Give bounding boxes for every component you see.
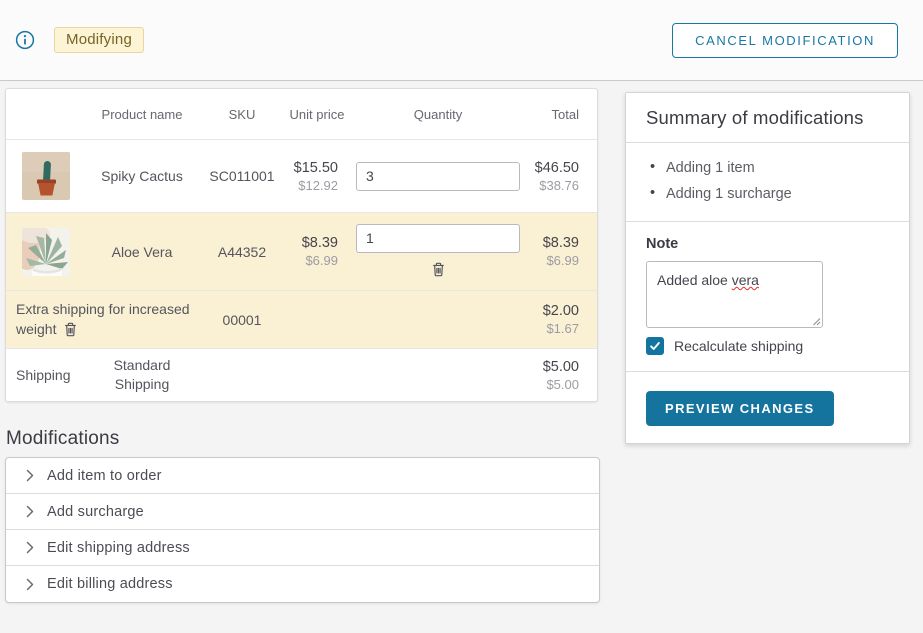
- summary-list: Adding 1 item Adding 1 surcharge: [626, 143, 909, 222]
- note-input[interactable]: Added aloe vera: [646, 261, 823, 328]
- accordion-item-add-surcharge[interactable]: Add surcharge: [6, 494, 599, 530]
- chevron-right-icon: [26, 505, 34, 518]
- header-sku: SKU: [198, 99, 286, 130]
- quantity-input-aloe-vera[interactable]: [356, 224, 520, 253]
- total-cell: $46.50 $38.76: [528, 160, 597, 193]
- line-total-original: $6.99: [528, 253, 579, 268]
- trash-icon: [62, 321, 79, 338]
- line-total: $46.50: [528, 160, 579, 176]
- summary-column: Summary of modifications Adding 1 item A…: [625, 92, 910, 444]
- order-items-table: Product name SKU Unit price Quantity Tot…: [5, 88, 598, 402]
- page-content: Product name SKU Unit price Quantity Tot…: [0, 81, 923, 603]
- header-total: Total: [528, 99, 597, 130]
- table-row-aloe-vera: Aloe Vera A44352 $8.39 $6.99: [6, 213, 597, 291]
- surcharge-name-cell: Extra shipping for increased weight: [6, 291, 198, 348]
- note-text: Added aloe: [657, 272, 732, 288]
- surcharge-name: Extra shipping for increased weight: [16, 301, 190, 337]
- resize-handle-icon[interactable]: [811, 316, 821, 326]
- product-name: Spiky Cactus: [86, 168, 198, 184]
- accordion-item-label: Edit billing address: [47, 576, 173, 592]
- header-unit-price: Unit price: [286, 99, 348, 130]
- recalculate-shipping-checkbox[interactable]: [646, 337, 664, 355]
- modifications-accordion: Add item to order Add surcharge Edit shi…: [5, 457, 600, 603]
- table-header-row: Product name SKU Unit price Quantity Tot…: [6, 89, 597, 140]
- note-text-misspelled: vera: [732, 272, 759, 288]
- quantity-cell: [348, 224, 528, 280]
- info-icon[interactable]: [14, 29, 36, 51]
- status-badge: Modifying: [54, 27, 144, 53]
- aloe-vera-photo: [22, 228, 70, 276]
- check-icon: [649, 340, 661, 352]
- accordion-item-label: Add item to order: [47, 468, 162, 484]
- unit-price-original: $6.99: [286, 253, 338, 268]
- order-column: Product name SKU Unit price Quantity Tot…: [5, 88, 598, 603]
- modifications-heading: Modifications: [6, 428, 598, 450]
- accordion-item-label: Edit shipping address: [47, 540, 190, 556]
- product-image-cell: [6, 140, 86, 212]
- accordion-item-add-item-to-order[interactable]: Add item to order: [6, 458, 599, 494]
- chevron-right-icon: [26, 469, 34, 482]
- line-total-original: $5.00: [528, 377, 579, 392]
- header-product-name: Product name: [86, 99, 198, 130]
- note-label: Note: [646, 236, 889, 252]
- line-total-original: $1.67: [528, 321, 579, 336]
- chevron-right-icon: [26, 578, 34, 591]
- summary-item: Adding 1 item: [646, 155, 889, 181]
- product-image-cell: [6, 216, 86, 288]
- line-total-original: $38.76: [528, 178, 579, 193]
- preview-changes-button[interactable]: PREVIEW CHANGES: [646, 391, 834, 426]
- unit-price-cell: $8.39 $6.99: [286, 235, 348, 268]
- chevron-right-icon: [26, 541, 34, 554]
- unit-price: $15.50: [286, 160, 338, 176]
- summary-panel: Summary of modifications Adding 1 item A…: [625, 92, 910, 444]
- note-section: Note Added aloe vera Recalculate shippin…: [626, 222, 909, 372]
- header-quantity: Quantity: [348, 99, 528, 130]
- trash-icon: [430, 261, 447, 278]
- line-total: $2.00: [528, 303, 579, 319]
- summary-item: Adding 1 surcharge: [646, 181, 889, 207]
- recalculate-shipping-row: Recalculate shipping: [646, 337, 889, 355]
- line-total: $5.00: [528, 359, 579, 375]
- quantity-cell: [348, 162, 528, 191]
- product-name: Aloe Vera: [86, 244, 198, 260]
- total-cell: $5.00 $5.00: [528, 359, 597, 392]
- shipping-label: Shipping: [6, 367, 86, 383]
- total-cell: $2.00 $1.67: [528, 303, 597, 336]
- quantity-input-spiky-cactus[interactable]: [356, 162, 520, 191]
- accordion-item-edit-shipping-address[interactable]: Edit shipping address: [6, 530, 599, 566]
- top-bar: Modifying CANCEL MODIFICATION: [0, 0, 923, 81]
- table-row-extra-shipping-surcharge: Extra shipping for increased weight 0000…: [6, 291, 597, 349]
- remove-surcharge-button[interactable]: [60, 319, 81, 340]
- line-total: $8.39: [528, 235, 579, 251]
- cancel-modification-button[interactable]: CANCEL MODIFICATION: [672, 23, 898, 58]
- unit-price-cell: $15.50 $12.92: [286, 160, 348, 193]
- summary-title: Summary of modifications: [626, 93, 909, 143]
- accordion-item-label: Add surcharge: [47, 504, 144, 520]
- total-cell: $8.39 $6.99: [528, 235, 597, 268]
- product-sku: A44352: [198, 244, 286, 260]
- table-row-spiky-cactus: Spiky Cactus SC011001 $15.50 $12.92 $46.…: [6, 140, 597, 213]
- recalculate-shipping-label: Recalculate shipping: [674, 338, 803, 354]
- table-row-shipping: Shipping Standard Shipping $5.00 $5.00: [6, 349, 597, 401]
- preview-changes-section: PREVIEW CHANGES: [626, 372, 909, 443]
- spiky-cactus-photo: [22, 152, 70, 200]
- accordion-item-edit-billing-address[interactable]: Edit billing address: [6, 566, 599, 602]
- surcharge-sku: 00001: [198, 312, 286, 328]
- product-sku: SC011001: [198, 168, 286, 184]
- remove-aloe-vera-button[interactable]: [428, 259, 449, 280]
- header-image-spacer: [6, 106, 86, 122]
- unit-price: $8.39: [286, 235, 338, 251]
- shipping-method: Standard Shipping: [86, 356, 198, 395]
- unit-price-original: $12.92: [286, 178, 338, 193]
